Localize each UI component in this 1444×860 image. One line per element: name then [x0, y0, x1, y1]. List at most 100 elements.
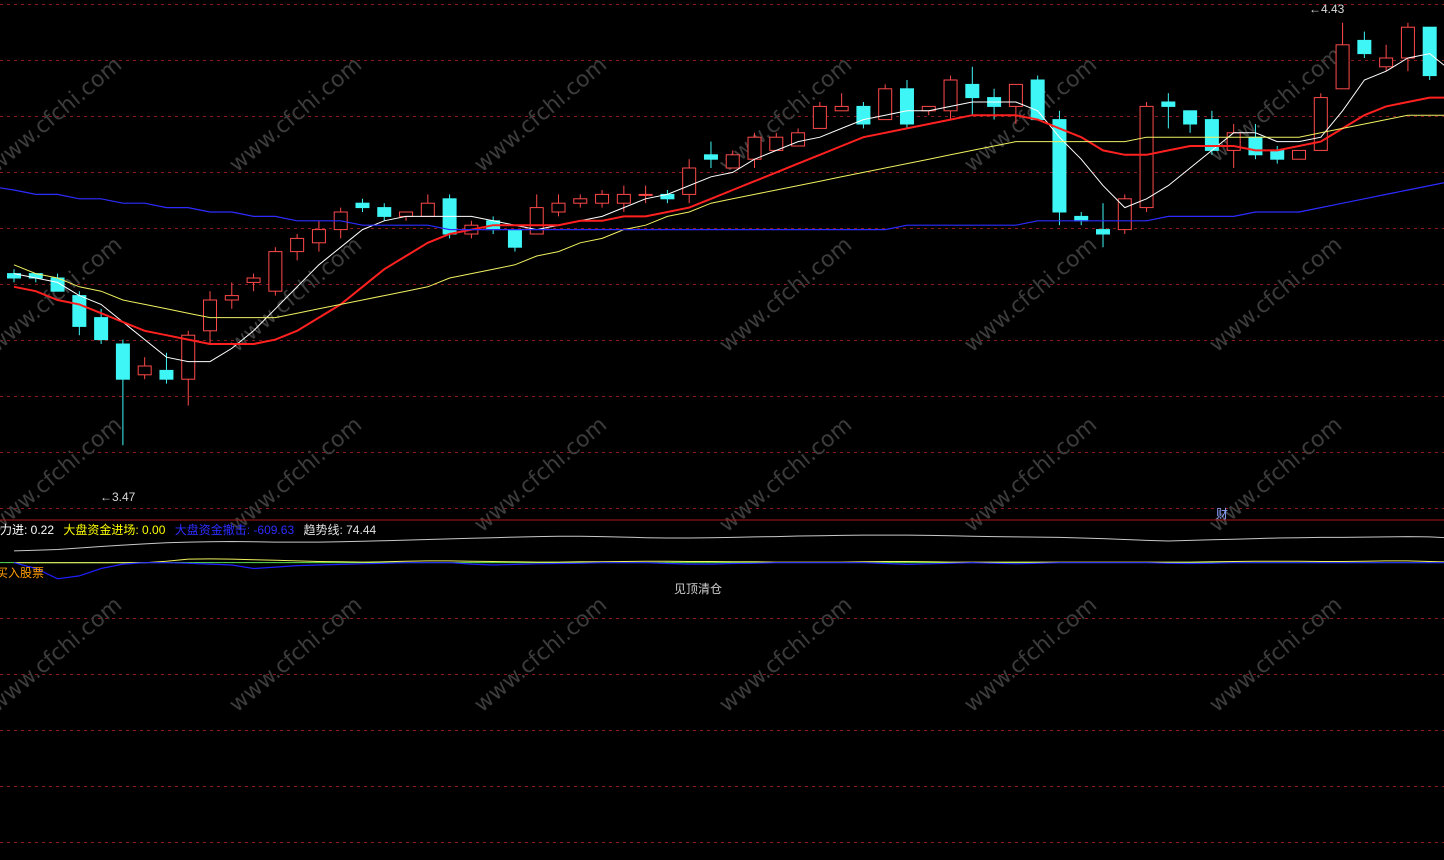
- candle: [812, 102, 827, 129]
- candle-body: [224, 295, 239, 301]
- candle-body: [1248, 136, 1263, 156]
- candle-body: [1052, 119, 1067, 213]
- candle: [137, 357, 152, 380]
- candle: [268, 247, 283, 296]
- candle-body: [420, 202, 435, 217]
- candle: [682, 159, 697, 204]
- candle-body: [137, 365, 152, 376]
- finance-marker[interactable]: 财: [1216, 505, 1228, 522]
- candle-body: [682, 167, 697, 195]
- candle-body: [551, 202, 566, 213]
- watermark-text: www.cfchi.com: [470, 52, 612, 177]
- candle: [573, 194, 588, 208]
- low-price-label: ←3.47: [100, 490, 135, 504]
- candle: [747, 132, 762, 168]
- candle: [943, 75, 958, 120]
- candle-body: [1379, 57, 1394, 68]
- watermark-text: www.cfchi.com: [1205, 592, 1347, 717]
- candle-body: [115, 343, 130, 380]
- candle: [856, 102, 871, 129]
- candle: [290, 234, 305, 261]
- candle-body: [72, 295, 87, 327]
- candle-body: [1030, 79, 1045, 121]
- watermark-text: www.cfchi.com: [960, 592, 1102, 717]
- low-price-value: 3.47: [112, 490, 136, 504]
- candle: [1204, 110, 1219, 155]
- candle-body: [1183, 110, 1198, 125]
- candle: [311, 220, 326, 252]
- buy-signal-label: 买入股票: [0, 566, 45, 580]
- candle-body: [1270, 149, 1285, 160]
- kline-chart[interactable]: www.cfchi.com www.cfchi.com www.cfchi.com w…: [0, 0, 1444, 860]
- candle-body: [1335, 44, 1350, 90]
- candle: [1074, 212, 1089, 226]
- candle: [1379, 44, 1394, 72]
- candle-body: [1161, 101, 1176, 107]
- candle-body: [1422, 26, 1437, 77]
- watermark-text: www.cfchi.com: [0, 592, 127, 717]
- header-value-fund-in: 大盘资金进场: 0.00: [63, 523, 166, 537]
- candle: [355, 198, 370, 212]
- candle: [834, 93, 849, 112]
- watermark-text: www.cfchi.com: [1205, 232, 1347, 357]
- candle: [333, 207, 348, 239]
- candle: [965, 66, 980, 116]
- indicator-header: 力进: 0.22 大盘资金进场: 0.00 大盘资金撤击: -609.63 趋势…: [0, 521, 382, 538]
- candle: [1096, 203, 1110, 248]
- candle-body: [1357, 39, 1372, 55]
- clear-signal-label: 见顶清仓: [674, 582, 723, 596]
- low-arrow-icon: ←: [100, 490, 112, 504]
- candle-body: [1292, 149, 1307, 160]
- candle: [703, 141, 718, 168]
- candle-body: [725, 154, 740, 169]
- watermark-text: www.cfchi.com: [715, 412, 857, 537]
- indicator-ma-line: [14, 558, 1444, 564]
- candle-body: [638, 193, 653, 196]
- candle-body: [246, 277, 261, 283]
- candle-body: [377, 207, 392, 217]
- candle: [1357, 31, 1372, 58]
- candle-body: [159, 369, 174, 380]
- candle: [420, 194, 435, 217]
- candle: [1400, 22, 1415, 72]
- candle: [224, 282, 239, 309]
- candle: [181, 330, 196, 406]
- candle-body: [834, 105, 849, 112]
- watermark-text: www.cfchi.com: [470, 412, 612, 537]
- candle: [1335, 22, 1350, 90]
- candle-body: [1096, 229, 1110, 235]
- candle-body: [899, 88, 914, 125]
- candle: [246, 273, 261, 292]
- high-price-value: 4.43: [1321, 2, 1345, 16]
- candle: [1117, 194, 1132, 234]
- candle-body: [181, 334, 196, 380]
- candle-body: [290, 237, 305, 253]
- candle-body: [1139, 105, 1154, 209]
- candle: [551, 194, 566, 217]
- header-value-power: 力进: 0.22: [0, 523, 55, 537]
- candles: [7, 22, 1437, 446]
- watermark-text: www.cfchi.com: [960, 232, 1102, 357]
- candle-body: [399, 211, 414, 217]
- high-price-label: ←4.43: [1309, 2, 1344, 16]
- watermark-text: www.cfchi.com: [960, 412, 1102, 537]
- candle-body: [507, 229, 522, 248]
- candle-body: [965, 83, 980, 99]
- watermark-text: www.cfchi.com: [0, 52, 127, 177]
- candle-body: [203, 299, 218, 332]
- watermark-text: www.cfchi.com: [715, 232, 857, 357]
- watermark-text: www.cfchi.com: [225, 412, 367, 537]
- line-ma5: [13, 53, 1444, 363]
- candle-body: [355, 202, 370, 209]
- candle: [595, 190, 610, 208]
- high-arrow-icon: ←: [1309, 2, 1321, 16]
- candle-body: [747, 136, 762, 160]
- candle-body: [94, 317, 109, 341]
- candle-body: [703, 154, 718, 160]
- header-value-fund-out: 大盘资金撤击: -609.63: [174, 523, 295, 537]
- watermark-text: www.cfchi.com: [225, 592, 367, 717]
- candle: [1030, 75, 1045, 121]
- candle: [529, 194, 544, 235]
- candle-body: [1008, 83, 1023, 107]
- candle-body: [268, 251, 283, 292]
